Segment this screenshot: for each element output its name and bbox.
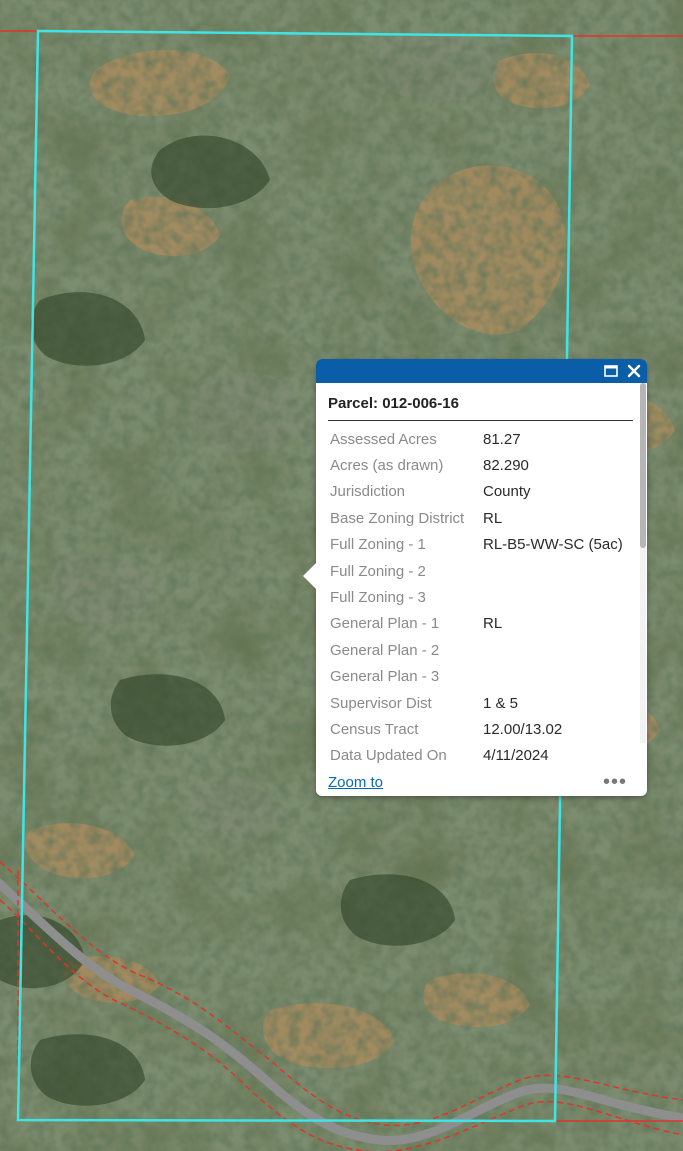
attribute-row: Full Zoning - 3 [330,584,630,610]
attribute-row: Jurisdiction County [330,479,630,505]
attribute-value: 4/11/2024 [483,747,549,765]
attribute-value: RL [483,509,503,527]
attribute-key: Supervisor Dist [330,694,432,712]
attribute-row: General Plan - 2 [330,637,630,663]
popup-pointer [303,563,316,589]
attribute-row: Acres (as drawn) 82.290 [330,452,630,478]
attribute-key: Full Zoning - 3 [330,589,426,607]
attribute-key: General Plan - 3 [330,668,440,686]
popup-body: Parcel: 012-006-16 Assessed Acres 81.27 Ac… [316,383,647,796]
attribute-value: County [483,483,531,501]
title-divider [328,420,633,421]
attribute-row: Full Zoning - 1 RL-B5-WW-SC (5ac) [330,532,630,558]
attribute-list: Assessed Acres 81.27 Acres (as drawn) 82.29… [330,426,630,769]
attribute-key: Full Zoning - 2 [330,562,426,580]
close-icon[interactable] [624,361,644,381]
attribute-row: Full Zoning - 2 [330,558,630,584]
maximize-icon[interactable] [601,361,621,381]
attribute-value: 1 & 5 [483,694,519,712]
attribute-row: Assessed Acres 81.27 [330,426,630,452]
attribute-key: Base Zoning District [330,509,465,527]
popup-title: Parcel: 012-006-16 [328,395,459,412]
attribute-key: Acres (as drawn) [330,457,444,475]
attribute-row: Supervisor Dist 1 & 5 [330,690,630,716]
popup-header [316,359,647,383]
parcel-popup: Parcel: 012-006-16 Assessed Acres 81.27 Ac… [303,359,647,796]
attribute-row: General Plan - 3 [330,664,630,690]
attribute-value: RL [483,615,503,633]
attribute-key: General Plan - 2 [330,641,440,659]
attribute-key: Jurisdiction [330,483,406,501]
attribute-key: Assessed Acres [330,430,437,448]
attribute-key: Full Zoning - 1 [330,536,426,554]
attribute-value: 82.290 [483,457,529,475]
attribute-row: Census Tract 12.00/13.02 [330,716,630,742]
popup-footer: Zoom to ••• [328,771,627,793]
attribute-row: Data Updated On 4/11/2024 [330,743,630,769]
attribute-key: Census Tract [330,720,419,738]
attribute-key: General Plan - 1 [330,615,440,633]
more-options-icon[interactable]: ••• [603,772,627,792]
attribute-value: 12.00/13.02 [483,720,563,738]
zoom-to-link[interactable]: Zoom to [328,774,383,791]
attribute-row: General Plan - 1 RL [330,611,630,637]
attribute-key: Data Updated On [330,747,447,765]
popup-scrollbar-thumb[interactable] [640,383,646,548]
attribute-value: 81.27 [483,430,521,448]
attribute-row: Base Zoning District RL [330,505,630,531]
attribute-value: RL-B5-WW-SC (5ac) [483,536,623,554]
